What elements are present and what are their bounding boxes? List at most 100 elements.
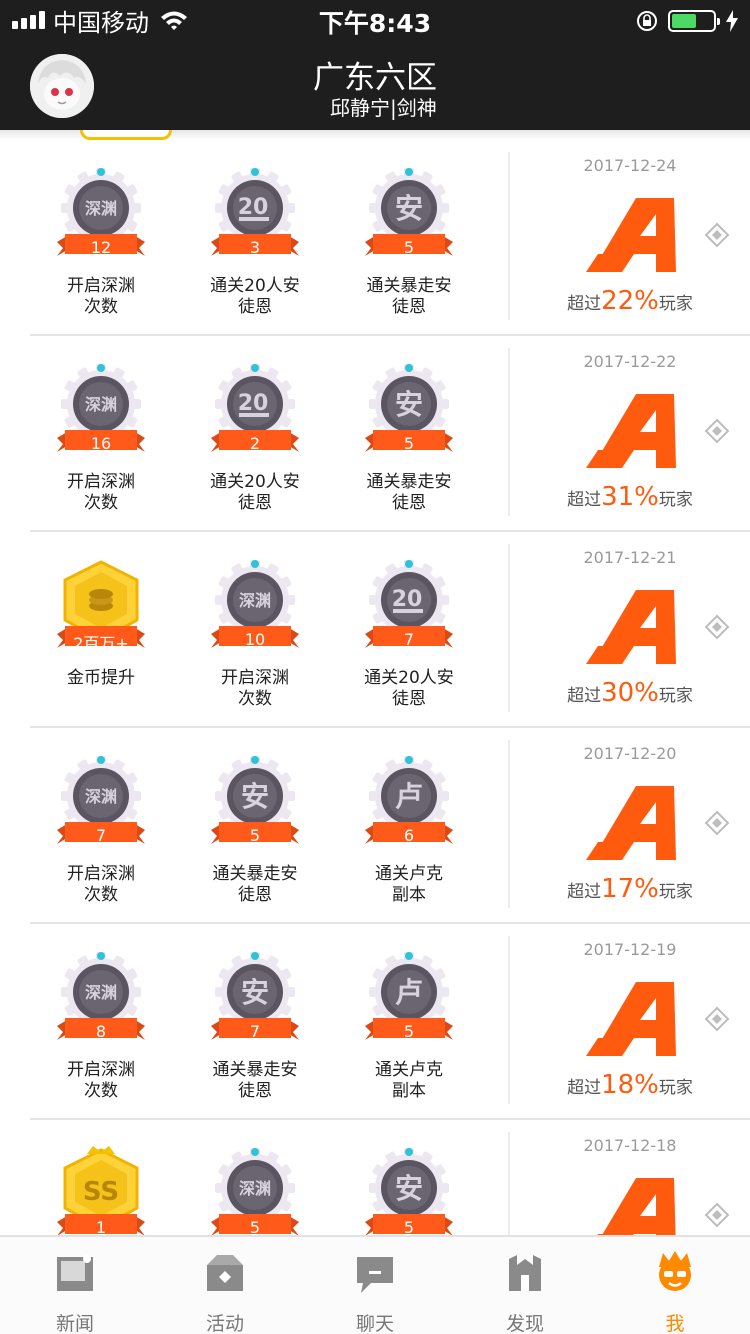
chevron-right-icon[interactable] (704, 614, 730, 640)
achievement-badge: 安 5 通关暴走安 徒恩 (190, 752, 320, 912)
svg-text:安: 安 (241, 976, 269, 1009)
tab-label: 发现 (505, 1313, 544, 1334)
report-date: 2017-12-22 (583, 352, 677, 371)
badge-label-line2: 徒恩 (238, 1081, 272, 1101)
daily-report-row[interactable]: 2百万+ 金币提升 深渊 10 开启深渊 次数 20 7 通关20人安 徒恩 2017-12… (0, 532, 750, 728)
tab-me[interactable]: 我 (600, 1237, 750, 1334)
badge-count: 7 (249, 1022, 261, 1041)
tab-bar: 新闻 活动 聊天 发现 我 (0, 1235, 750, 1334)
badge-label-line2: 徒恩 (238, 297, 272, 317)
achievement-badge: 深渊 7 开启深渊 次数 (36, 752, 166, 912)
badge-label-line1: 通关20人安 (364, 668, 454, 688)
news-icon (57, 1255, 93, 1291)
daily-report-row[interactable]: 深渊 12 开启深渊 次数 20 3 通关20人安 徒恩 安 5 通关暴走安 徒恩 2017-… (0, 140, 750, 336)
badge-label: 通关暴走安 徒恩 (190, 864, 320, 906)
chevron-right-icon[interactable] (704, 810, 730, 836)
report-date: 2017-12-20 (583, 744, 677, 763)
badge-label: 开启深渊 次数 (190, 668, 320, 710)
column-divider (508, 544, 510, 712)
badge-label: 开启深渊 次数 (36, 472, 166, 514)
badge-count: 3 (249, 238, 261, 257)
badge-count: 2百万+ (73, 634, 129, 653)
grade-a-icon (586, 786, 676, 860)
rank-text: 超过30%玩家 (545, 678, 715, 708)
svg-text:安: 安 (395, 1172, 423, 1205)
grade-a-icon (586, 590, 676, 664)
badge-count: 5 (403, 238, 415, 257)
chevron-right-icon[interactable] (704, 1006, 730, 1032)
badge-label-line1: 通关暴走安 (212, 1060, 298, 1080)
badge-label: 通关暴走安 徒恩 (344, 276, 474, 318)
daily-report-row[interactable]: 深渊 7 开启深渊 次数 安 5 通关暴走安 徒恩 卢 6 通关卢克 副本 2017-12-2… (0, 728, 750, 924)
achievement-badge: 安 5 (344, 1144, 474, 1235)
badge-label: 通关卢克 副本 (344, 1060, 474, 1102)
achievement-badge: 2百万+ 金币提升 (36, 556, 166, 716)
badge-label-line2: 次数 (238, 689, 272, 709)
tab-label: 聊天 (355, 1313, 394, 1334)
rank-text: 超过31%玩家 (545, 482, 715, 512)
badge-label-line1: 通关卢克 (375, 1060, 443, 1080)
badge-label: 通关20人安 徒恩 (190, 472, 320, 514)
discover-icon (509, 1255, 541, 1291)
tab-label: 新闻 (55, 1313, 94, 1334)
badge-label: 通关卢克 副本 (344, 864, 474, 906)
me-icon (659, 1251, 691, 1291)
badge-label-line2: 次数 (84, 297, 118, 317)
rank-prefix: 超过 (567, 1078, 602, 1098)
svg-text:20: 20 (392, 587, 423, 612)
charging-bolt-icon (726, 10, 738, 32)
badge-label-line1: 通关暴走安 (366, 472, 452, 492)
badge-count: 7 (403, 630, 415, 649)
svg-text:安: 安 (395, 388, 423, 421)
page-title: 广东六区 (313, 60, 437, 96)
grade-a-icon (586, 198, 676, 272)
badge-label-line1: 开启深渊 (67, 472, 135, 492)
chevron-right-icon[interactable] (704, 418, 730, 444)
rank-prefix: 超过 (567, 490, 602, 510)
daily-report-row[interactable]: 深渊 8 开启深渊 次数 安 7 通关暴走安 徒恩 卢 5 通关卢克 副本 2017-12-1… (0, 924, 750, 1120)
rank-prefix: 超过 (567, 882, 602, 902)
badge-count: 6 (403, 826, 415, 845)
svg-text:安: 安 (241, 780, 269, 813)
achievement-badge: 20 7 通关20人安 徒恩 (344, 556, 474, 716)
rank-suffix: 玩家 (658, 1078, 693, 1098)
tab-discover[interactable]: 发现 (450, 1237, 600, 1334)
column-divider (508, 740, 510, 908)
achievement-badge: 20 2 通关20人安 徒恩 (190, 360, 320, 520)
badge-count: 5 (249, 826, 261, 845)
chevron-right-icon[interactable] (704, 1202, 730, 1228)
tab-activity[interactable]: 活动 (150, 1237, 300, 1334)
battery-icon (668, 10, 720, 32)
achievement-badge: 深渊 16 开启深渊 次数 (36, 360, 166, 520)
badge-label-line2: 次数 (84, 1081, 118, 1101)
badge-label-line1: 通关20人安 (210, 276, 300, 296)
achievement-badge: 深渊 12 开启深渊 次数 (36, 164, 166, 324)
badge-label: 通关暴走安 徒恩 (190, 1060, 320, 1102)
rank-suffix: 玩家 (658, 294, 693, 314)
daily-report-list[interactable]: 深渊 12 开启深渊 次数 20 3 通关20人安 徒恩 安 5 通关暴走安 徒恩 2017-… (0, 140, 750, 1235)
rank-prefix: 超过 (567, 686, 602, 706)
badge-count: 10 (244, 630, 266, 649)
svg-text:深渊: 深渊 (85, 983, 117, 1002)
tab-news[interactable]: 新闻 (0, 1237, 150, 1334)
report-date: 2017-12-21 (583, 548, 677, 567)
daily-report-row[interactable]: SS 1 深渊 5 安 5 2017-12-18 (0, 1120, 750, 1235)
achievement-badge: 20 3 通关20人安 徒恩 (190, 164, 320, 324)
badge-label: 通关暴走安 徒恩 (344, 472, 474, 514)
tab-chat[interactable]: 聊天 (300, 1237, 450, 1334)
rank-percent: 31% (601, 482, 659, 512)
badge-label-line2: 徒恩 (238, 885, 272, 905)
badge-label-line1: 通关暴走安 (366, 276, 452, 296)
rank-suffix: 玩家 (658, 686, 693, 706)
rank-percent: 30% (601, 678, 659, 708)
rank-text: 超过17%玩家 (545, 874, 715, 904)
daily-report-row[interactable]: 深渊 16 开启深渊 次数 20 2 通关20人安 徒恩 安 5 通关暴走安 徒恩 2017-… (0, 336, 750, 532)
svg-text:深渊: 深渊 (85, 395, 117, 414)
chevron-right-icon[interactable] (704, 222, 730, 248)
rank-percent: 22% (601, 286, 659, 316)
badge-label: 金币提升 (36, 668, 166, 689)
badge-label-line1: 开启深渊 (221, 668, 289, 688)
report-date: 2017-12-19 (583, 940, 677, 959)
badge-label-line1: 开启深渊 (67, 864, 135, 884)
badge-label-line2: 徒恩 (238, 493, 272, 513)
